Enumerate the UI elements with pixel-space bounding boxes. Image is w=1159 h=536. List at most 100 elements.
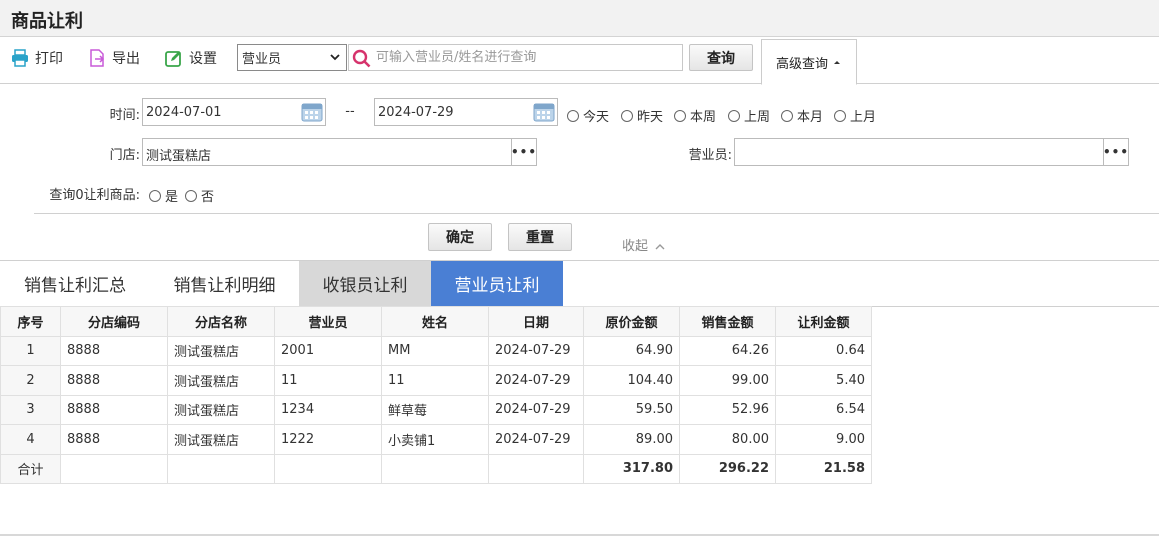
page-title: 商品让利 xyxy=(11,11,83,32)
column-header[interactable]: 姓名 xyxy=(381,306,489,337)
search-icon xyxy=(352,49,371,67)
cell-clerk: 1222 xyxy=(274,424,382,455)
column-header[interactable]: 分店名称 xyxy=(167,306,275,337)
cell-name: MM xyxy=(381,335,489,366)
date-from-value: 2024-07-01 xyxy=(146,104,222,120)
radio-today-label: 今天 xyxy=(583,110,610,125)
cell-name: 11 xyxy=(381,365,489,396)
radio-this-week[interactable]: 本周 xyxy=(674,106,716,125)
cell-clerk: 2001 xyxy=(274,335,382,366)
cell-original-amount: 89.00 xyxy=(583,424,680,455)
settings-button[interactable]: 设置 xyxy=(165,47,217,69)
cell-sales-amount: 99.00 xyxy=(679,365,776,396)
export-icon xyxy=(90,49,105,67)
date-from-input[interactable]: 2024-07-01 xyxy=(142,98,326,126)
table-total-row: 合计 317.80 296.22 21.58 xyxy=(0,453,872,484)
query-button[interactable]: 查询 xyxy=(689,44,753,71)
search-input[interactable] xyxy=(376,45,676,70)
cell-discount-amount: 6.54 xyxy=(775,394,872,425)
edit-icon xyxy=(165,51,181,67)
cell-date: 2024-07-29 xyxy=(488,335,584,366)
column-header[interactable]: 营业员 xyxy=(274,306,382,337)
collapse-button[interactable]: 收起 xyxy=(622,235,665,254)
store-value: 测试蛋糕店 xyxy=(146,149,212,164)
reset-button[interactable]: 重置 xyxy=(508,223,572,251)
table-row[interactable]: 1 8888 测试蛋糕店 2001 MM 2024-07-29 64.90 64… xyxy=(0,335,872,366)
total-discount-amount: 21.58 xyxy=(775,453,872,484)
advanced-query-tab[interactable]: 高级查询 xyxy=(761,39,857,85)
radio-last-week-label: 上周 xyxy=(744,110,771,125)
cell-clerk: 1234 xyxy=(274,394,382,425)
column-header[interactable]: 分店编码 xyxy=(60,306,168,337)
table-row[interactable]: 3 8888 测试蛋糕店 1234 鲜草莓 2024-07-29 59.50 5… xyxy=(0,394,872,425)
cell-discount-amount: 0.64 xyxy=(775,335,872,366)
cell-date: 2024-07-29 xyxy=(488,394,584,425)
cell-sales-amount: 80.00 xyxy=(679,424,776,455)
cell-date: 2024-07-29 xyxy=(488,365,584,396)
radio-zero-yes-label: 是 xyxy=(165,190,179,205)
table-row[interactable]: 2 8888 测试蛋糕店 11 11 2024-07-29 104.40 99.… xyxy=(0,365,872,396)
store-picker[interactable]: 测试蛋糕店 ••• xyxy=(142,138,537,166)
cell-store-code: 8888 xyxy=(60,424,168,455)
tab-sales-discount-detail[interactable]: 销售让利明细 xyxy=(150,261,299,306)
column-header[interactable]: 让利金额 xyxy=(775,306,872,337)
confirm-button[interactable]: 确定 xyxy=(428,223,492,251)
cell-index: 3 xyxy=(0,394,61,425)
cell-clerk: 11 xyxy=(274,365,382,396)
clerk-label: 营业员: xyxy=(688,148,732,163)
more-icon[interactable]: ••• xyxy=(511,139,536,165)
search-type-value: 营业员 xyxy=(242,52,282,67)
radio-zero-no-label: 否 xyxy=(201,190,215,205)
print-button[interactable]: 打印 xyxy=(11,47,63,69)
zero-discount-label: 查询0让利商品: xyxy=(49,188,140,203)
radio-last-month-label: 上月 xyxy=(850,110,877,125)
report-tabs: 销售让利汇总 销售让利明细 收银员让利 营业员让利 xyxy=(0,261,1159,307)
total-original-amount: 317.80 xyxy=(583,453,680,484)
cell-store-name: 测试蛋糕店 xyxy=(167,424,275,455)
search-box xyxy=(348,44,683,71)
cell-index: 1 xyxy=(0,335,61,366)
cell-index: 4 xyxy=(0,424,61,455)
cell-index: 2 xyxy=(0,365,61,396)
clerk-picker[interactable]: ••• xyxy=(734,138,1129,166)
radio-this-month-label: 本月 xyxy=(797,110,824,125)
total-sales-amount: 296.22 xyxy=(679,453,776,484)
table-header-row: 序号 分店编码 分店名称 营业员 姓名 日期 原价金额 销售金额 让利金额 xyxy=(0,306,872,337)
cell-name: 小卖铺1 xyxy=(381,424,489,455)
radio-last-month[interactable]: 上月 xyxy=(834,106,876,125)
column-header[interactable]: 销售金额 xyxy=(679,306,776,337)
date-separator: -- xyxy=(345,104,355,119)
column-header[interactable]: 日期 xyxy=(488,306,584,337)
radio-yesterday[interactable]: 昨天 xyxy=(621,106,663,125)
time-label: 时间: xyxy=(109,108,140,123)
date-to-value: 2024-07-29 xyxy=(378,104,454,120)
tab-sales-discount-summary[interactable]: 销售让利汇总 xyxy=(0,261,150,306)
column-header[interactable]: 原价金额 xyxy=(583,306,680,337)
more-icon[interactable]: ••• xyxy=(1103,139,1128,165)
calendar-icon xyxy=(533,103,555,122)
store-label: 门店: xyxy=(109,148,140,163)
radio-this-week-label: 本周 xyxy=(690,110,717,125)
radio-today[interactable]: 今天 xyxy=(567,106,609,125)
tab-clerk-discount[interactable]: 营业员让利 xyxy=(431,261,563,306)
table-row[interactable]: 4 8888 测试蛋糕店 1222 小卖铺1 2024-07-29 89.00 … xyxy=(0,424,872,455)
radio-last-week[interactable]: 上周 xyxy=(728,106,770,125)
cell-sales-amount: 64.26 xyxy=(679,335,776,366)
export-label: 导出 xyxy=(112,51,140,67)
cell-date: 2024-07-29 xyxy=(488,424,584,455)
cell-sales-amount: 52.96 xyxy=(679,394,776,425)
date-to-input[interactable]: 2024-07-29 xyxy=(374,98,558,126)
column-header[interactable]: 序号 xyxy=(0,306,61,337)
cell-original-amount: 104.40 xyxy=(583,365,680,396)
search-type-select[interactable]: 营业员 xyxy=(237,44,347,71)
cell-store-name: 测试蛋糕店 xyxy=(167,335,275,366)
radio-zero-no[interactable]: 否 xyxy=(185,186,214,205)
tab-cashier-discount[interactable]: 收银员让利 xyxy=(299,261,431,306)
toolbar: 打印 导出 设置 营业员 查询 高级查询 xyxy=(0,37,1159,85)
clerk-discount-table: 序号 分店编码 分店名称 营业员 姓名 日期 原价金额 销售金额 让利金额 1 … xyxy=(0,306,872,484)
radio-zero-yes[interactable]: 是 xyxy=(149,186,178,205)
radio-this-month[interactable]: 本月 xyxy=(781,106,823,125)
chevron-up-icon xyxy=(655,244,665,250)
export-button[interactable]: 导出 xyxy=(88,47,140,69)
cell-discount-amount: 9.00 xyxy=(775,424,872,455)
